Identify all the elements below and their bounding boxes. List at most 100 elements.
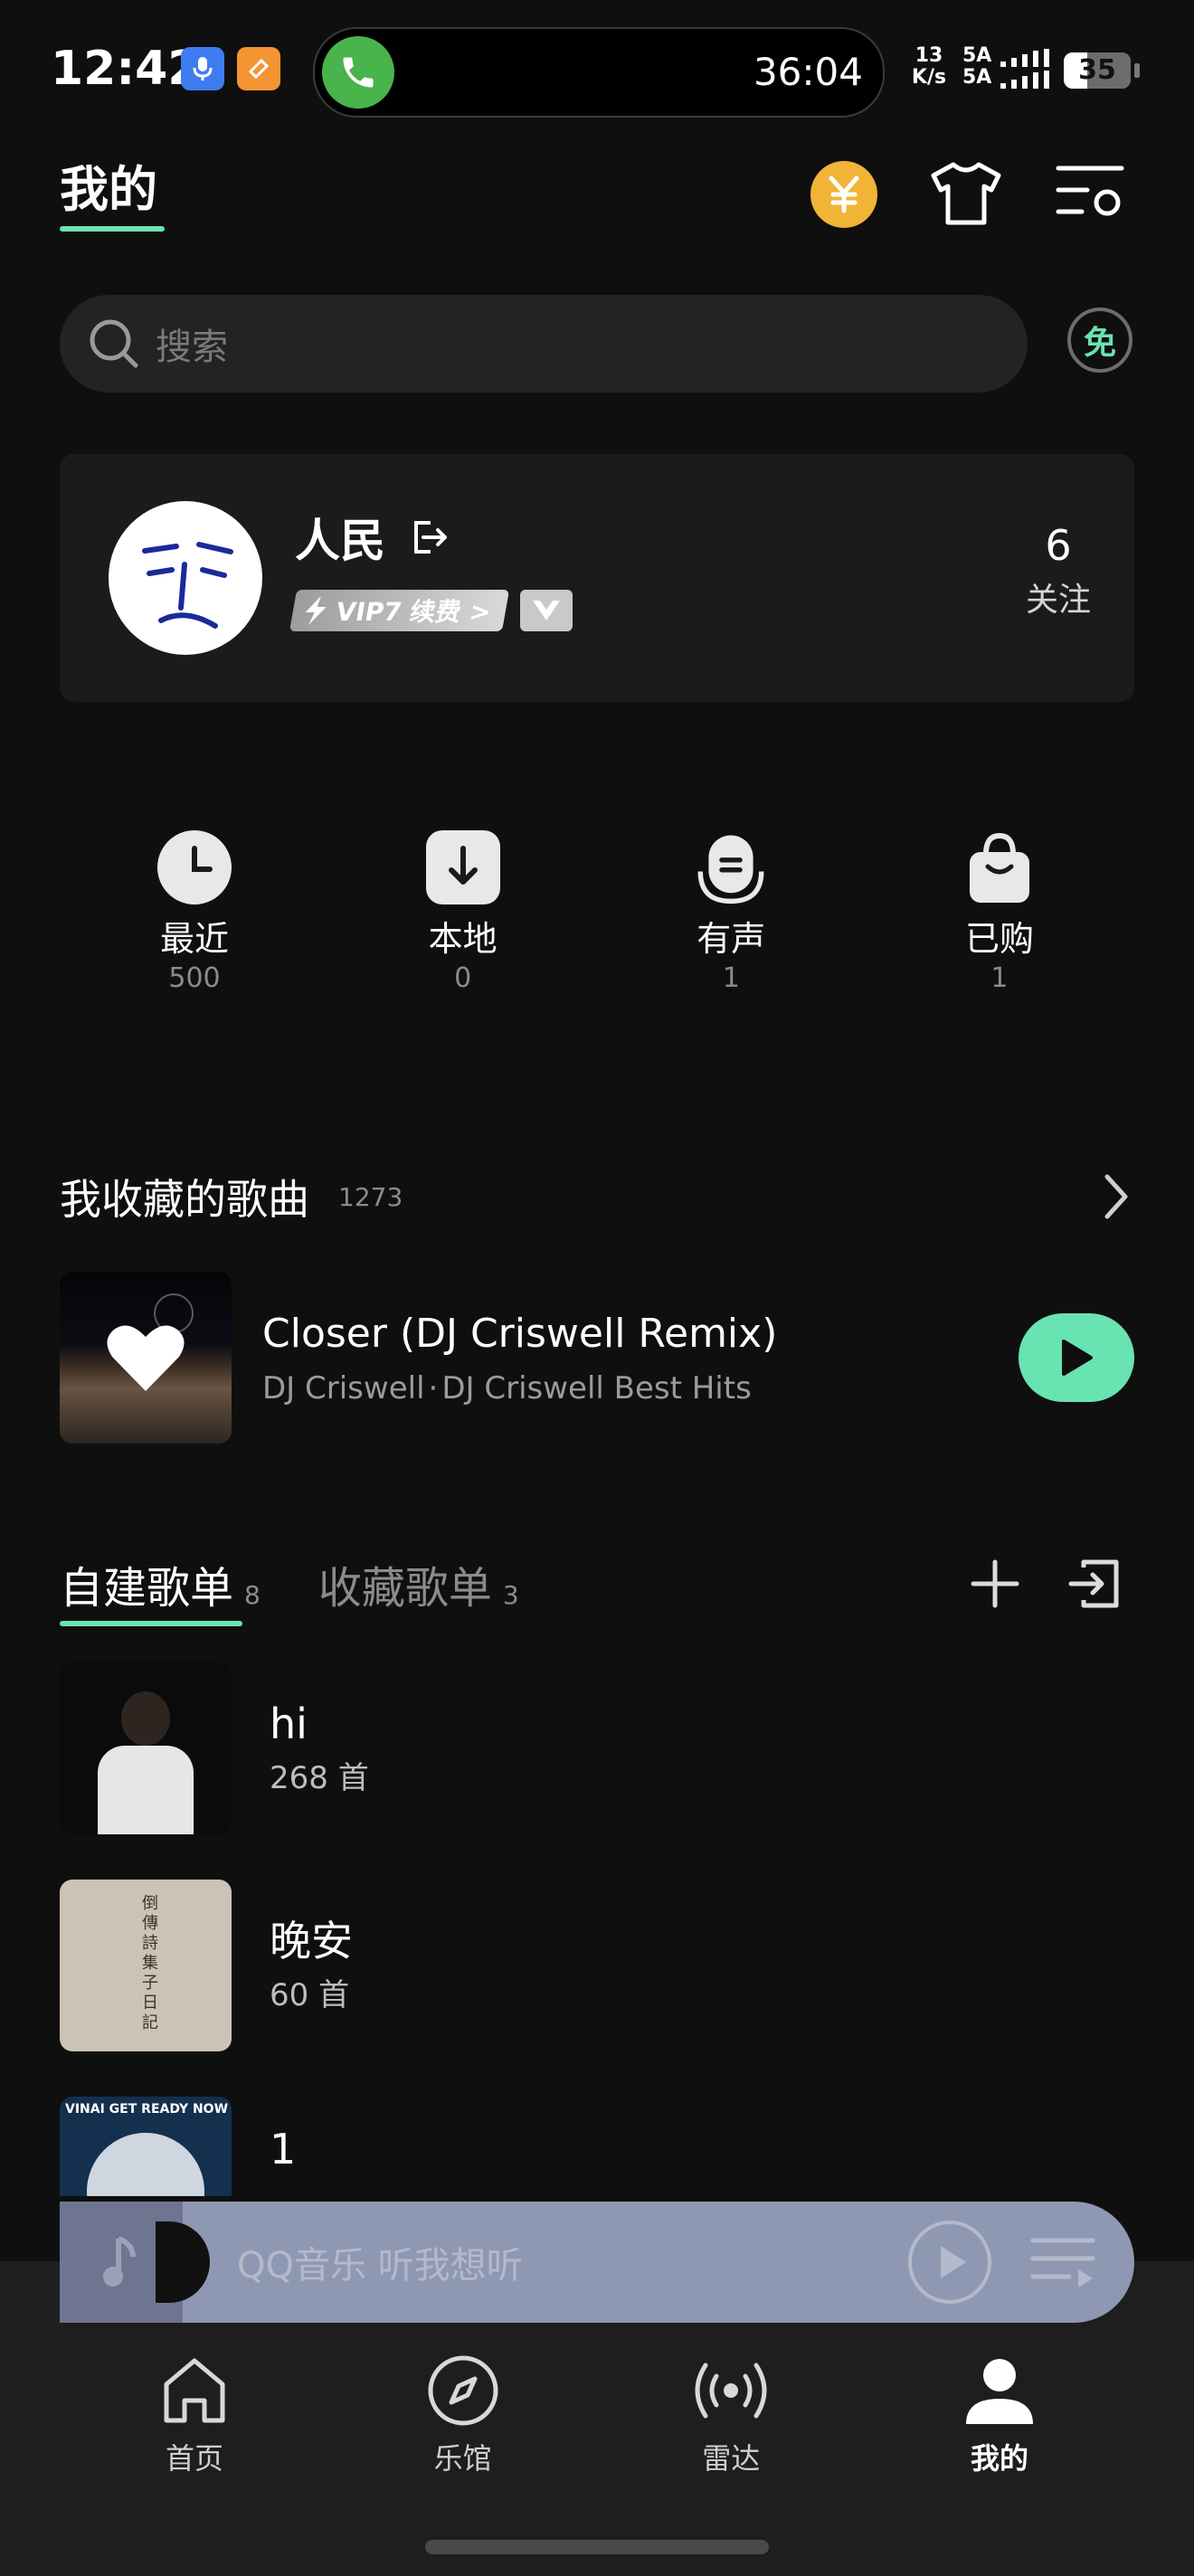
add-playlist-icon[interactable] (968, 1557, 1022, 1611)
nav-radar[interactable]: 雷达 (636, 2353, 826, 2477)
import-playlist-icon[interactable] (1067, 1557, 1122, 1611)
playlist-title: 1 (270, 2125, 297, 2174)
follow-count: 6 (1045, 521, 1072, 570)
call-pill[interactable]: 36:04 (313, 27, 885, 118)
logout-icon[interactable] (409, 517, 449, 557)
mini-player-cover (60, 2202, 210, 2323)
list-item[interactable]: hi 268 首 (60, 1662, 1134, 1834)
v-badge-icon[interactable] (520, 590, 573, 631)
profile-name[interactable]: 人民 (295, 505, 385, 570)
phone-icon (322, 36, 394, 109)
profile-icon (965, 2359, 1033, 2424)
qa-purchased[interactable]: 已购 1 (905, 830, 1094, 995)
nav-label: 首页 (165, 2441, 223, 2476)
signal-labels: 5A 5A (962, 45, 999, 89)
title-underline (60, 226, 165, 232)
tab-underline (60, 1621, 242, 1626)
profile-card[interactable]: 人民 VIP7 续费 > 6 关注 (60, 454, 1134, 702)
play-icon (1062, 1340, 1093, 1376)
vip-badge-text: VIP7 续费 > (333, 597, 494, 627)
play-button[interactable] (1019, 1313, 1134, 1402)
signal-bars-icon (999, 49, 1053, 94)
qa-recent[interactable]: 最近 500 (100, 830, 289, 995)
playlist-title: hi (270, 1700, 308, 1748)
playlist-tabs: 自建歌单 8 收藏歌单 3 (60, 1552, 1134, 1626)
cover-calligraphy: 倒 傳 詩 集 子 日 記 (142, 1894, 158, 2032)
nav-home[interactable]: 首页 (100, 2353, 289, 2477)
chevron-right-icon[interactable] (1098, 1171, 1134, 1222)
vip-badge[interactable]: VIP7 续费 > (289, 590, 510, 631)
follow-label: 关注 (1025, 582, 1091, 619)
qa-audiobook[interactable]: 有声 1 (636, 830, 826, 995)
list-item[interactable]: VINAI GET READY NOW 1 (60, 2097, 1134, 2196)
playlist-info: hi 268 首 (232, 1699, 369, 1798)
mini-player-text: QQ音乐 听我想听 (237, 2245, 523, 2287)
mini-play-icon[interactable] (906, 2219, 993, 2306)
status-bar: 12:42 36:04 13 K/s 5A 5A 35 (0, 0, 1194, 136)
free-badge-label: 免 (1083, 325, 1116, 362)
cover-person-shirt (98, 1746, 194, 1834)
playlist-count: 60 首 (270, 1977, 350, 2013)
playlist-queue-icon[interactable] (1029, 2233, 1098, 2291)
quick-access: 最近 500 本地 0 有声 1 已购 1 (100, 830, 1094, 995)
qa-count: 1 (990, 962, 1009, 994)
favorite-song-row[interactable]: Closer (DJ Criswell Remix) DJ Criswell ·… (60, 1272, 1134, 1444)
mic-app-icon (181, 47, 224, 90)
home-icon (164, 2358, 225, 2423)
home-indicator[interactable] (425, 2540, 769, 2554)
settings-list-icon[interactable] (1055, 163, 1125, 224)
free-mode-button[interactable]: 免 (1067, 308, 1132, 373)
radar-icon (695, 2363, 767, 2419)
nav-label: 雷达 (702, 2441, 761, 2476)
playlist-info: 晚安 60 首 (232, 1916, 353, 2015)
favorite-song-meta: DJ Criswell · DJ Criswell Best Hits (262, 1370, 1019, 1406)
nav-explore[interactable]: 乐馆 (368, 2353, 558, 2477)
profile-name-row: 人民 (295, 505, 449, 570)
tab-collected[interactable]: 收藏歌单 (318, 1552, 492, 1615)
compass-icon (428, 2355, 498, 2426)
net-speed-unit: K/s (911, 66, 947, 89)
list-item[interactable]: 倒 傳 詩 集 子 日 記 晚安 60 首 (60, 1880, 1134, 2051)
call-timer: 36:04 (753, 50, 863, 94)
music-note-icon (103, 2236, 136, 2287)
bottom-nav: 首页 乐馆 雷达 我的 (100, 2353, 1094, 2477)
avatar[interactable] (109, 501, 262, 655)
qa-label: 本地 (428, 919, 498, 959)
audiobook-icon (694, 830, 768, 904)
shopping-bag-icon (962, 830, 1037, 904)
search-bar[interactable]: 搜索 (60, 295, 1028, 393)
playlist-info: 1 (232, 2124, 296, 2174)
tshirt-icon[interactable] (928, 159, 1004, 232)
net-speed-value: 13 (914, 44, 943, 67)
search-icon (87, 317, 141, 371)
cover-disc (87, 2133, 204, 2196)
page-title[interactable]: 我的 (60, 161, 165, 232)
favorite-song-title: Closer (DJ Criswell Remix) (262, 1311, 778, 1357)
qa-label: 已购 (964, 919, 1034, 959)
qa-count: 0 (454, 962, 472, 994)
battery-tip (1134, 63, 1140, 78)
qa-count: 1 (722, 962, 740, 994)
vip-badge-row: VIP7 续费 > (289, 590, 573, 631)
orange-app-icon (237, 47, 280, 90)
playlist-title: 晚安 (270, 1917, 353, 1965)
tab-collected-count: 3 (502, 1580, 519, 1610)
tab-created[interactable]: 自建歌单 (60, 1552, 242, 1626)
signal-label-2: 5A (962, 66, 992, 89)
page-title-text: 我的 (60, 161, 157, 218)
net-speed: 13 K/s (906, 45, 952, 89)
yen-coin-icon[interactable] (810, 161, 877, 228)
favorite-song-info: Closer (DJ Criswell Remix) DJ Criswell ·… (262, 1309, 1019, 1406)
meta-separator: · (428, 1370, 439, 1406)
favorites-title: 我收藏的歌曲 (60, 1175, 309, 1224)
follow-stat[interactable]: 6 关注 (1004, 521, 1113, 620)
favorite-song-album: DJ Criswell Best Hits (441, 1370, 752, 1406)
vinyl-edge (156, 2221, 210, 2303)
cover-person-head (121, 1691, 170, 1746)
playlist-cover-wanan: 倒 傳 詩 集 子 日 記 (60, 1880, 232, 2051)
qa-local[interactable]: 本地 0 (368, 830, 558, 995)
mini-player[interactable]: QQ音乐 听我想听 (60, 2202, 1134, 2323)
clock-icon (157, 830, 232, 904)
favorites-header[interactable]: 我收藏的歌曲 1273 (60, 1167, 1134, 1226)
nav-me[interactable]: 我的 (905, 2353, 1094, 2477)
